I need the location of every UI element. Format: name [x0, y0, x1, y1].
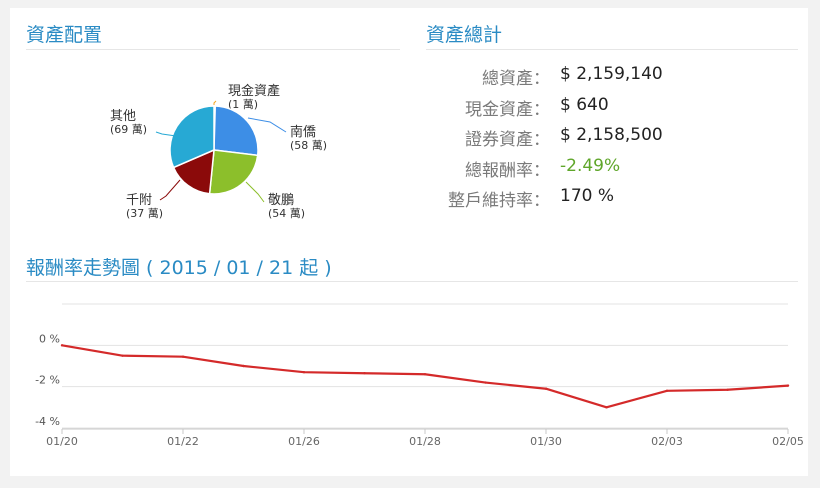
- return-series-point[interactable]: [544, 387, 548, 390]
- return-series-point[interactable]: [121, 354, 124, 357]
- pie-count-3: (37 萬): [126, 207, 163, 220]
- x-tick-label: 02/03: [651, 435, 683, 448]
- total-assets-value: $ 2,159,140: [560, 64, 663, 84]
- return-series-point[interactable]: [665, 389, 669, 392]
- pie-label-0: 現金資產: [228, 83, 280, 99]
- pie-connector-3: [159, 179, 181, 201]
- pie-count-0: (1 萬): [228, 98, 258, 111]
- x-tick-label: 01/20: [46, 435, 78, 448]
- return-series-point[interactable]: [786, 384, 790, 387]
- return-series-point[interactable]: [423, 373, 427, 376]
- y-tick-label: 0 %: [39, 332, 60, 345]
- cash-assets-label: 現金資產：: [465, 99, 550, 120]
- return-trend-title: 報酬率走勢圖 ( 2015 / 01 / 21 起 ): [26, 257, 332, 279]
- securities-assets-label: 證券資產：: [465, 130, 550, 150]
- pie-connector-0: [213, 100, 217, 105]
- total-return-value: -2.49%: [560, 155, 621, 176]
- return-series-point[interactable]: [181, 355, 185, 358]
- total-assets-label: 總資產：: [482, 69, 550, 89]
- x-tick-label: 01/22: [167, 435, 199, 448]
- pie-count-4: (69 萬): [110, 123, 147, 136]
- maintenance-ratio-label: 整戶維持率：: [448, 191, 550, 211]
- pie-slice-2[interactable]: [208, 149, 259, 195]
- cash-assets-value: $ 640: [560, 94, 609, 115]
- return-series-point[interactable]: [484, 381, 487, 384]
- pie-slice-1[interactable]: [213, 105, 259, 157]
- x-tick-label: 02/05: [772, 435, 804, 448]
- return-series-point[interactable]: [60, 344, 64, 347]
- pie-label-4: 其他: [110, 109, 136, 124]
- trend-divider: [26, 281, 798, 282]
- x-tick-label: 01/26: [288, 435, 320, 448]
- return-trend-line-chart: 0 % -2 % -4 % 01/20 01/22 01/26 01/28 01/30 02/0…: [35, 303, 804, 448]
- pie-label-3: 千附: [126, 193, 152, 208]
- return-series-line: [61, 344, 789, 409]
- return-series-point[interactable]: [363, 372, 366, 375]
- x-tick-label: 01/30: [530, 435, 562, 448]
- y-tick-label: -2 %: [35, 374, 60, 387]
- return-series-point[interactable]: [726, 388, 729, 391]
- portfolio-card: 資產配置 資產總計 現金資產 (1 萬) 南僑 (58 萬) 敬鵬 (54 萬) 千附 (37…: [10, 8, 808, 476]
- maintenance-ratio-value: 170 %: [560, 186, 615, 206]
- return-series-point[interactable]: [242, 364, 245, 368]
- y-tick-label: -4 %: [35, 415, 60, 428]
- x-tick-label: 01/28: [409, 435, 441, 448]
- total-return-label: 總報酬率：: [465, 160, 550, 181]
- pie-connector-2: [245, 181, 265, 203]
- securities-assets-value: $ 2,158,500: [560, 125, 663, 145]
- return-series-point[interactable]: [605, 406, 608, 409]
- return-series-point[interactable]: [302, 371, 306, 374]
